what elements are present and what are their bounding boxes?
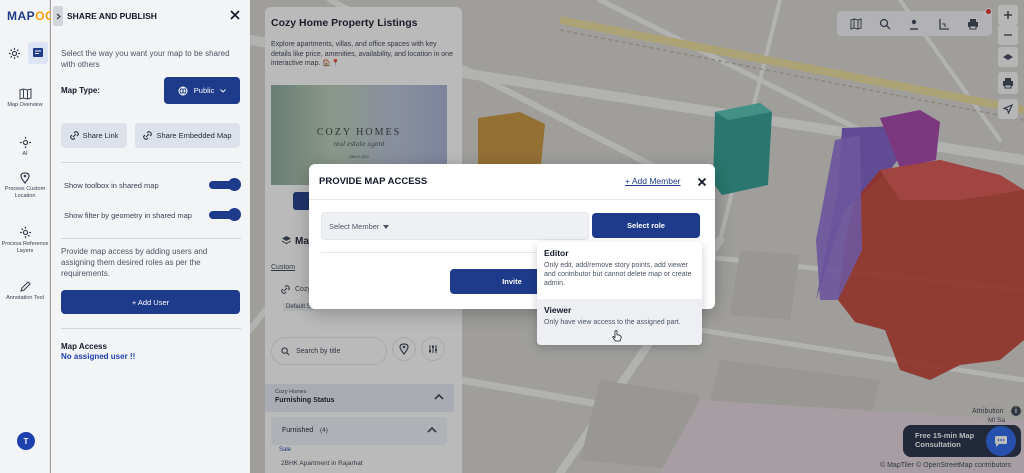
add-user-button[interactable]: + Add User	[61, 290, 240, 314]
link-icon	[69, 131, 79, 140]
map-type-label: Map Type:	[61, 86, 100, 95]
share-embedded-button[interactable]: Share Embedded Map	[135, 123, 240, 148]
share-publish-panel: SHARE AND PUBLISH Select the way you wan…	[51, 0, 250, 473]
role-description: Only have view access to the assigned pa…	[544, 319, 681, 326]
location-pin-icon	[20, 172, 30, 184]
share-publish-button[interactable]	[28, 42, 48, 64]
divider	[61, 328, 241, 329]
share-description: Select the way you want your map to be s…	[61, 49, 230, 69]
map-icon	[19, 88, 31, 100]
panel-title: SHARE AND PUBLISH	[67, 11, 157, 21]
access-description: Provide map access by adding users and a…	[61, 247, 208, 278]
rail-item-ai[interactable]: AI	[0, 136, 50, 158]
settings-button[interactable]	[4, 42, 24, 64]
annotation-icon	[20, 281, 31, 292]
left-rail: MAPOG Map Overview AI Process Custom Loc…	[0, 0, 54, 473]
globe-icon	[178, 86, 188, 96]
chevron-down-icon	[220, 88, 227, 93]
map-type-select[interactable]: Public	[164, 77, 240, 104]
map-type-value: Public	[193, 86, 215, 95]
hand-cursor-icon	[612, 330, 622, 342]
avatar[interactable]: T	[17, 432, 35, 450]
role-option-editor[interactable]: Editor Only edit, add/remove story point…	[537, 242, 702, 299]
gear-icon	[8, 47, 20, 59]
share-link-button[interactable]: Share Link	[61, 123, 127, 148]
collapse-panel-button[interactable]	[53, 6, 63, 26]
layers-gear-icon	[19, 226, 31, 239]
map-access-title: Map Access	[61, 342, 107, 351]
select-role-button[interactable]: Select role	[592, 213, 700, 238]
role-description: Only edit, add/remove story points, add …	[544, 262, 692, 287]
divider	[309, 199, 715, 200]
dialog-title: PROVIDE MAP ACCESS	[319, 176, 428, 187]
chevron-right-icon	[56, 13, 61, 19]
divider	[61, 238, 241, 239]
select-member-label: Select Member	[329, 221, 380, 231]
rail-item-custom-location[interactable]: Process Custom Location	[0, 172, 50, 200]
add-member-link[interactable]: + Add Member	[625, 176, 681, 186]
filter-toggle[interactable]	[209, 208, 241, 221]
share-panel-icon	[33, 48, 43, 57]
close-icon[interactable]	[696, 176, 708, 188]
app-logo[interactable]: MAPOG	[7, 9, 55, 23]
select-member-dropdown[interactable]: Select Member	[321, 212, 589, 240]
role-title: Viewer	[544, 305, 572, 315]
ai-gear-icon	[19, 136, 31, 149]
divider	[61, 162, 241, 163]
rail-item-annotation[interactable]: Annotation Tool	[0, 281, 50, 302]
rail-item-map-overview[interactable]: Map Overview	[0, 88, 50, 109]
caret-down-icon	[383, 224, 390, 229]
toolbox-toggle-label: Show toolbox in shared map	[64, 181, 159, 190]
close-icon[interactable]	[228, 8, 242, 22]
link-icon	[143, 131, 153, 140]
role-title: Editor	[544, 248, 569, 258]
no-user-message: No assigned user !!	[61, 352, 136, 361]
filter-toggle-label: Show filter by geometry in shared map	[64, 211, 192, 220]
rail-item-reference-layers[interactable]: Process Reference Layers	[0, 226, 50, 255]
toolbox-toggle[interactable]	[209, 178, 241, 191]
